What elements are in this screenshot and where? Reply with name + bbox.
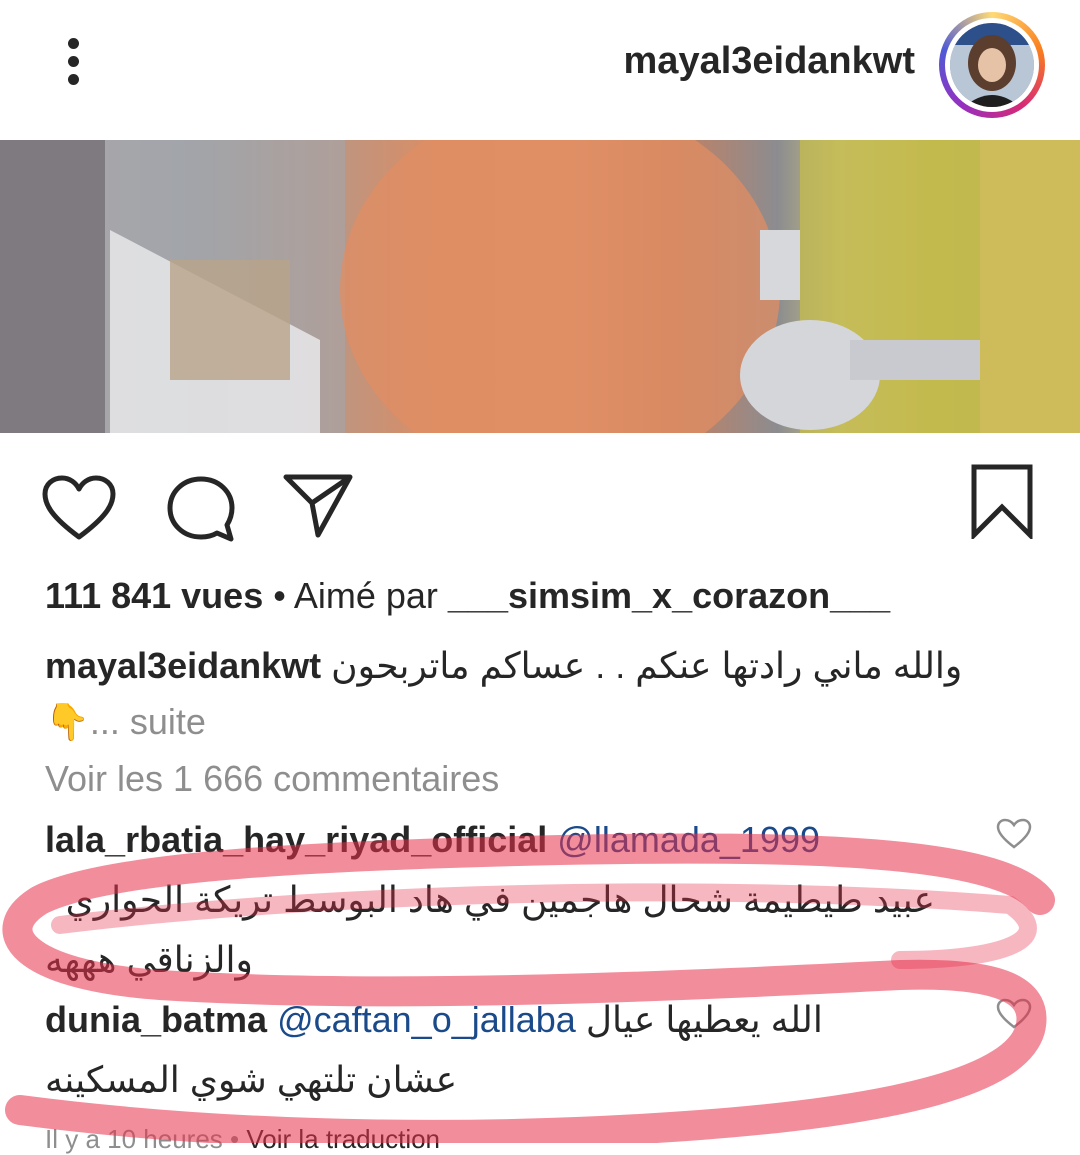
post-media[interactable]: [0, 140, 1080, 433]
comment-text-line2: والزناقي هههه: [45, 939, 253, 980]
caption-emoji: 👇: [45, 701, 90, 742]
likes-views-line: 111 841 vues • Aimé par ___simsim_x_cora…: [45, 575, 890, 617]
comment-meta: Il y a 10 heures • Voir la traduction: [45, 1124, 441, 1154]
avatar-photo: [950, 23, 1034, 107]
caption-text: والله ماني رادتها عنكم . . عساكم ماتربحو…: [331, 645, 963, 686]
view-count[interactable]: 111 841 vues: [45, 575, 263, 616]
comment-like-icon[interactable]: [996, 998, 1032, 1030]
comment-mention[interactable]: @caftan_o_jallaba: [277, 999, 576, 1040]
view-all-comments-link[interactable]: Voir les 1 666 commentaires: [45, 758, 499, 800]
caption-more-link[interactable]: ... suite: [90, 701, 206, 742]
bookmark-icon[interactable]: [970, 463, 1034, 539]
comment-mention[interactable]: @llamada_1999: [557, 819, 820, 860]
more-vertical-icon[interactable]: [58, 38, 88, 88]
translate-link[interactable]: Voir la traduction: [246, 1124, 440, 1154]
post-caption: mayal3eidankwt والله ماني رادتها عنكم . …: [45, 638, 1035, 750]
comment-text-line2: عشان تلتهي شوي المسكينه: [45, 1059, 458, 1100]
author-avatar[interactable]: [939, 12, 1045, 118]
comment-item: lala_rbatia_hay_riyad_official @llamada_…: [45, 810, 995, 990]
paper-plane-icon[interactable]: [282, 469, 354, 541]
comment-like-icon[interactable]: [996, 818, 1032, 850]
liked-by-user[interactable]: ___simsim_x_corazon___: [448, 575, 890, 616]
comment-item: dunia_batma @caftan_o_jallaba الله يعطيه…: [45, 990, 995, 1110]
comment-username[interactable]: dunia_batma: [45, 999, 267, 1040]
comment-text-line1: عبيد طيطيمة شحال هاجمين في هاد البوسط تر…: [65, 879, 935, 920]
liked-by-label: • Aimé par: [263, 575, 448, 616]
post-header: mayal3eidankwt: [0, 0, 1080, 140]
comment-username[interactable]: lala_rbatia_hay_riyad_official: [45, 819, 547, 860]
post-actions: [0, 455, 1080, 545]
comment-text-line1: الله يعطيها عيال: [585, 999, 823, 1040]
caption-username[interactable]: mayal3eidankwt: [45, 645, 321, 686]
comment-icon[interactable]: [165, 475, 237, 545]
post-author-username[interactable]: mayal3eidankwt: [624, 40, 915, 83]
comment-time: Il y a 10 heures: [45, 1124, 223, 1154]
heart-icon[interactable]: [42, 475, 116, 541]
